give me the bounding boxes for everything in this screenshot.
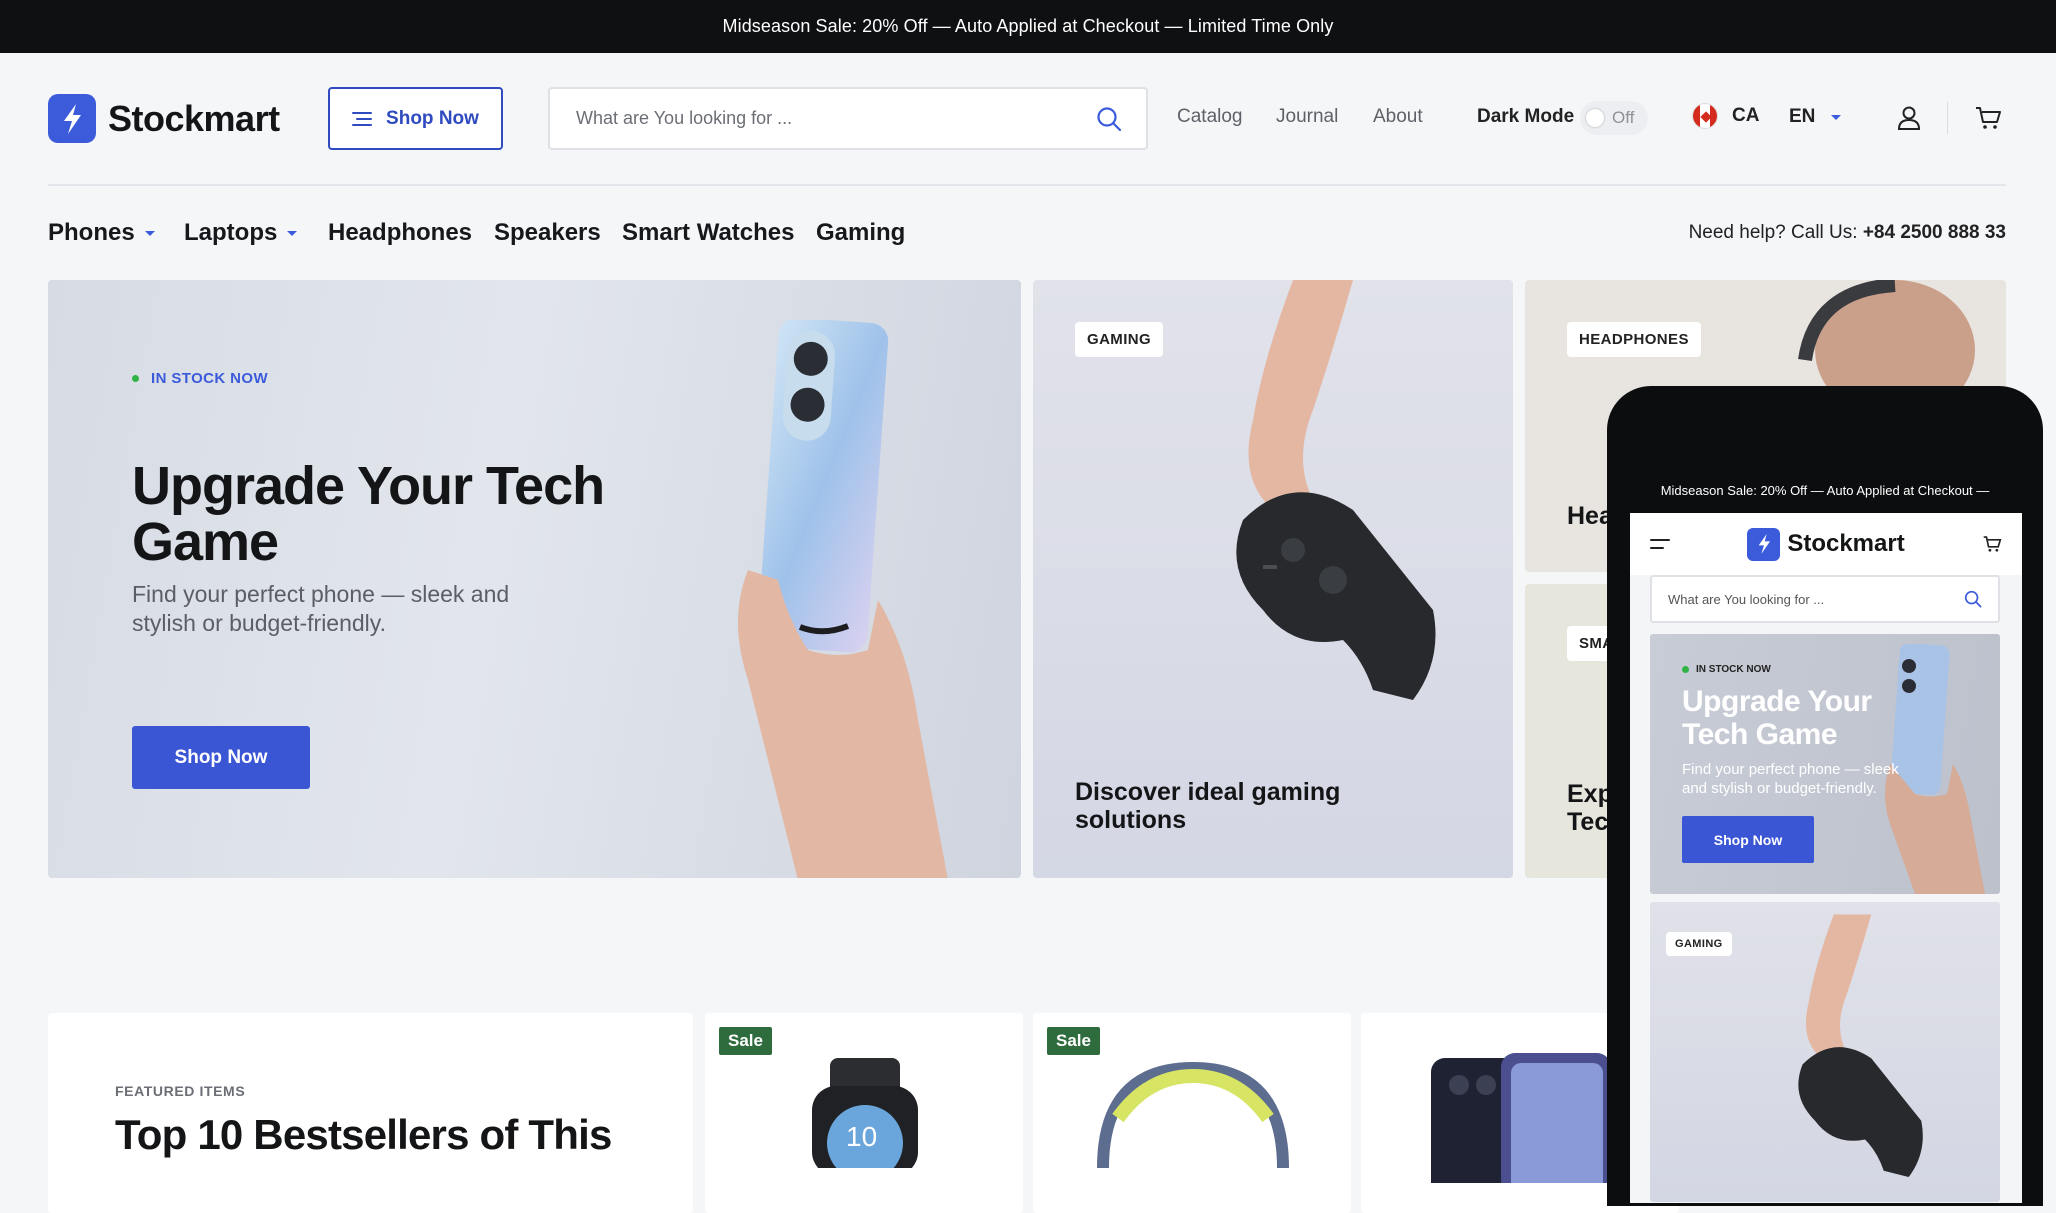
- sale-badge: Sale: [719, 1027, 772, 1055]
- status-dot: [132, 375, 139, 382]
- hero-button-label: Shop Now: [174, 746, 268, 768]
- announcement-text: Midseason Sale: 20% Off — Auto Applied a…: [722, 16, 1334, 36]
- nav-journal[interactable]: Journal: [1276, 106, 1338, 128]
- mobile-button-label: Shop Now: [1713, 831, 1783, 848]
- status-dot: [1682, 666, 1689, 673]
- product-card-watch[interactable]: Sale 10: [705, 1013, 1023, 1213]
- category-gaming[interactable]: Gaming: [816, 219, 905, 247]
- header-divider: [1947, 102, 1948, 134]
- announcement-bar: Midseason Sale: 20% Off — Auto Applied a…: [0, 0, 2056, 53]
- watch-face-text: 10: [846, 1121, 877, 1152]
- in-stock-label: IN STOCK NOW: [151, 370, 269, 387]
- search-icon[interactable]: [1096, 106, 1122, 132]
- cart-icon[interactable]: [1982, 535, 2002, 553]
- country-selector[interactable]: CA: [1692, 103, 1759, 129]
- headphones-card-title: Hea: [1567, 502, 1613, 530]
- in-stock-badge: IN STOCK NOW: [132, 370, 268, 387]
- cart-icon[interactable]: [1973, 103, 2003, 133]
- toggle-knob: [1586, 109, 1604, 127]
- category-speakers[interactable]: Speakers: [494, 219, 601, 247]
- gaming-card[interactable]: GAMING Discover ideal gaming solutions: [1033, 280, 1513, 878]
- nav-catalog[interactable]: Catalog: [1177, 106, 1243, 128]
- sale-badge: Sale: [1047, 1027, 1100, 1055]
- mobile-hero-banner[interactable]: IN STOCK NOW Upgrade Your Tech Game Find…: [1650, 634, 2000, 894]
- headphones-tag: HEADPHONES: [1567, 322, 1701, 357]
- mobile-hero-title: Upgrade Your Tech Game: [1682, 685, 1872, 751]
- phone-product-image: [1431, 1053, 1611, 1183]
- hero-shop-now-button[interactable]: Shop Now: [132, 726, 310, 789]
- help-line: Need help? Call Us: +84 2500 888 33: [1689, 222, 2006, 244]
- category-label: Laptops: [184, 219, 278, 246]
- mobile-announcement-text: Midseason Sale: 20% Off — Auto Applied a…: [1660, 482, 1990, 498]
- mobile-gaming-card[interactable]: GAMING: [1650, 902, 2000, 1202]
- menu-icon[interactable]: [1650, 538, 1670, 550]
- nav-about[interactable]: About: [1373, 106, 1423, 128]
- mobile-announcement: Midseason Sale: 20% Off — Auto Applied a…: [1607, 470, 2043, 510]
- headphones-image: [1097, 1061, 1289, 1168]
- gaming-controller-image: [1236, 280, 1436, 700]
- mobile-shop-now-button[interactable]: Shop Now: [1682, 816, 1814, 863]
- mobile-in-stock-badge: IN STOCK NOW: [1682, 664, 1771, 675]
- hero-title: Upgrade Your Tech Game: [132, 456, 605, 572]
- logo-bolt-icon: [1747, 527, 1781, 561]
- logo-bolt-icon: [48, 94, 96, 143]
- menu-icon: [352, 111, 373, 126]
- featured-label: FEATURED ITEMS: [115, 1083, 246, 1099]
- header-divider-line: [48, 184, 2006, 186]
- mobile-logo[interactable]: Stockmart: [1747, 527, 1905, 561]
- country-code: CA: [1732, 105, 1760, 126]
- featured-section: FEATURED ITEMS Top 10 Bestsellers of Thi…: [48, 1013, 693, 1213]
- category-label: Smart Watches: [622, 219, 795, 246]
- account-icon[interactable]: [1894, 103, 1924, 133]
- search-icon[interactable]: [1964, 590, 1982, 608]
- logo[interactable]: Stockmart: [48, 94, 280, 143]
- dark-mode-toggle[interactable]: Off: [1580, 101, 1648, 135]
- canada-flag-icon: [1692, 103, 1718, 129]
- mobile-header: Stockmart: [1630, 513, 2022, 575]
- category-smart-watches[interactable]: Smart Watches: [622, 219, 795, 247]
- gaming-card-title: Discover ideal gaming solutions: [1075, 778, 1341, 834]
- product-card-headphones[interactable]: Sale: [1033, 1013, 1351, 1213]
- shop-now-menu-button[interactable]: Shop Now: [328, 87, 503, 150]
- brand-name: Stockmart: [108, 97, 280, 139]
- mobile-brand-name: Stockmart: [1787, 530, 1905, 557]
- category-label: Gaming: [816, 219, 906, 246]
- mobile-gaming-tag: GAMING: [1666, 932, 1732, 956]
- shop-now-label: Shop Now: [386, 107, 479, 129]
- category-label: Headphones: [328, 219, 473, 246]
- help-text: Need help? Call Us:: [1688, 222, 1858, 243]
- category-label: Speakers: [494, 219, 601, 246]
- man-with-headphones-image: [1798, 280, 1975, 400]
- chevron-down-icon: [144, 230, 155, 236]
- mobile-screen: Stockmart IN STOCK NOW Upgrade Your Tech…: [1630, 513, 2022, 1203]
- category-label: Phones: [48, 219, 135, 246]
- search-bar[interactable]: [548, 87, 1148, 150]
- hero-subtitle: Find your perfect phone — sleek and styl…: [132, 581, 510, 636]
- gaming-controller-image: [1798, 914, 1923, 1177]
- mobile-hero-subtitle: Find your perfect phone — sleek and styl…: [1682, 761, 1899, 797]
- search-input[interactable]: [576, 108, 1056, 129]
- category-laptops[interactable]: Laptops: [184, 219, 298, 247]
- category-phones[interactable]: Phones: [48, 219, 155, 247]
- help-phone[interactable]: +84 2500 888 33: [1863, 222, 2006, 243]
- featured-title: Top 10 Bestsellers of This: [115, 1111, 612, 1158]
- chevron-down-icon: [1831, 114, 1842, 120]
- smartwatch-image: 10: [812, 1058, 918, 1168]
- mobile-search-input[interactable]: [1668, 591, 1928, 607]
- chevron-down-icon: [287, 230, 298, 236]
- category-headphones[interactable]: Headphones: [328, 219, 472, 247]
- dark-mode-label: Dark Mode: [1477, 106, 1575, 127]
- phone-in-hand-image: [738, 320, 948, 878]
- mobile-in-stock-label: IN STOCK NOW: [1696, 664, 1771, 675]
- hero-banner[interactable]: IN STOCK NOW Upgrade Your Tech Game Find…: [48, 280, 1021, 878]
- mobile-search-bar[interactable]: [1650, 575, 2000, 623]
- language-code: EN: [1789, 106, 1816, 127]
- dark-mode-state: Off: [1612, 108, 1635, 127]
- language-selector[interactable]: EN: [1789, 106, 1842, 128]
